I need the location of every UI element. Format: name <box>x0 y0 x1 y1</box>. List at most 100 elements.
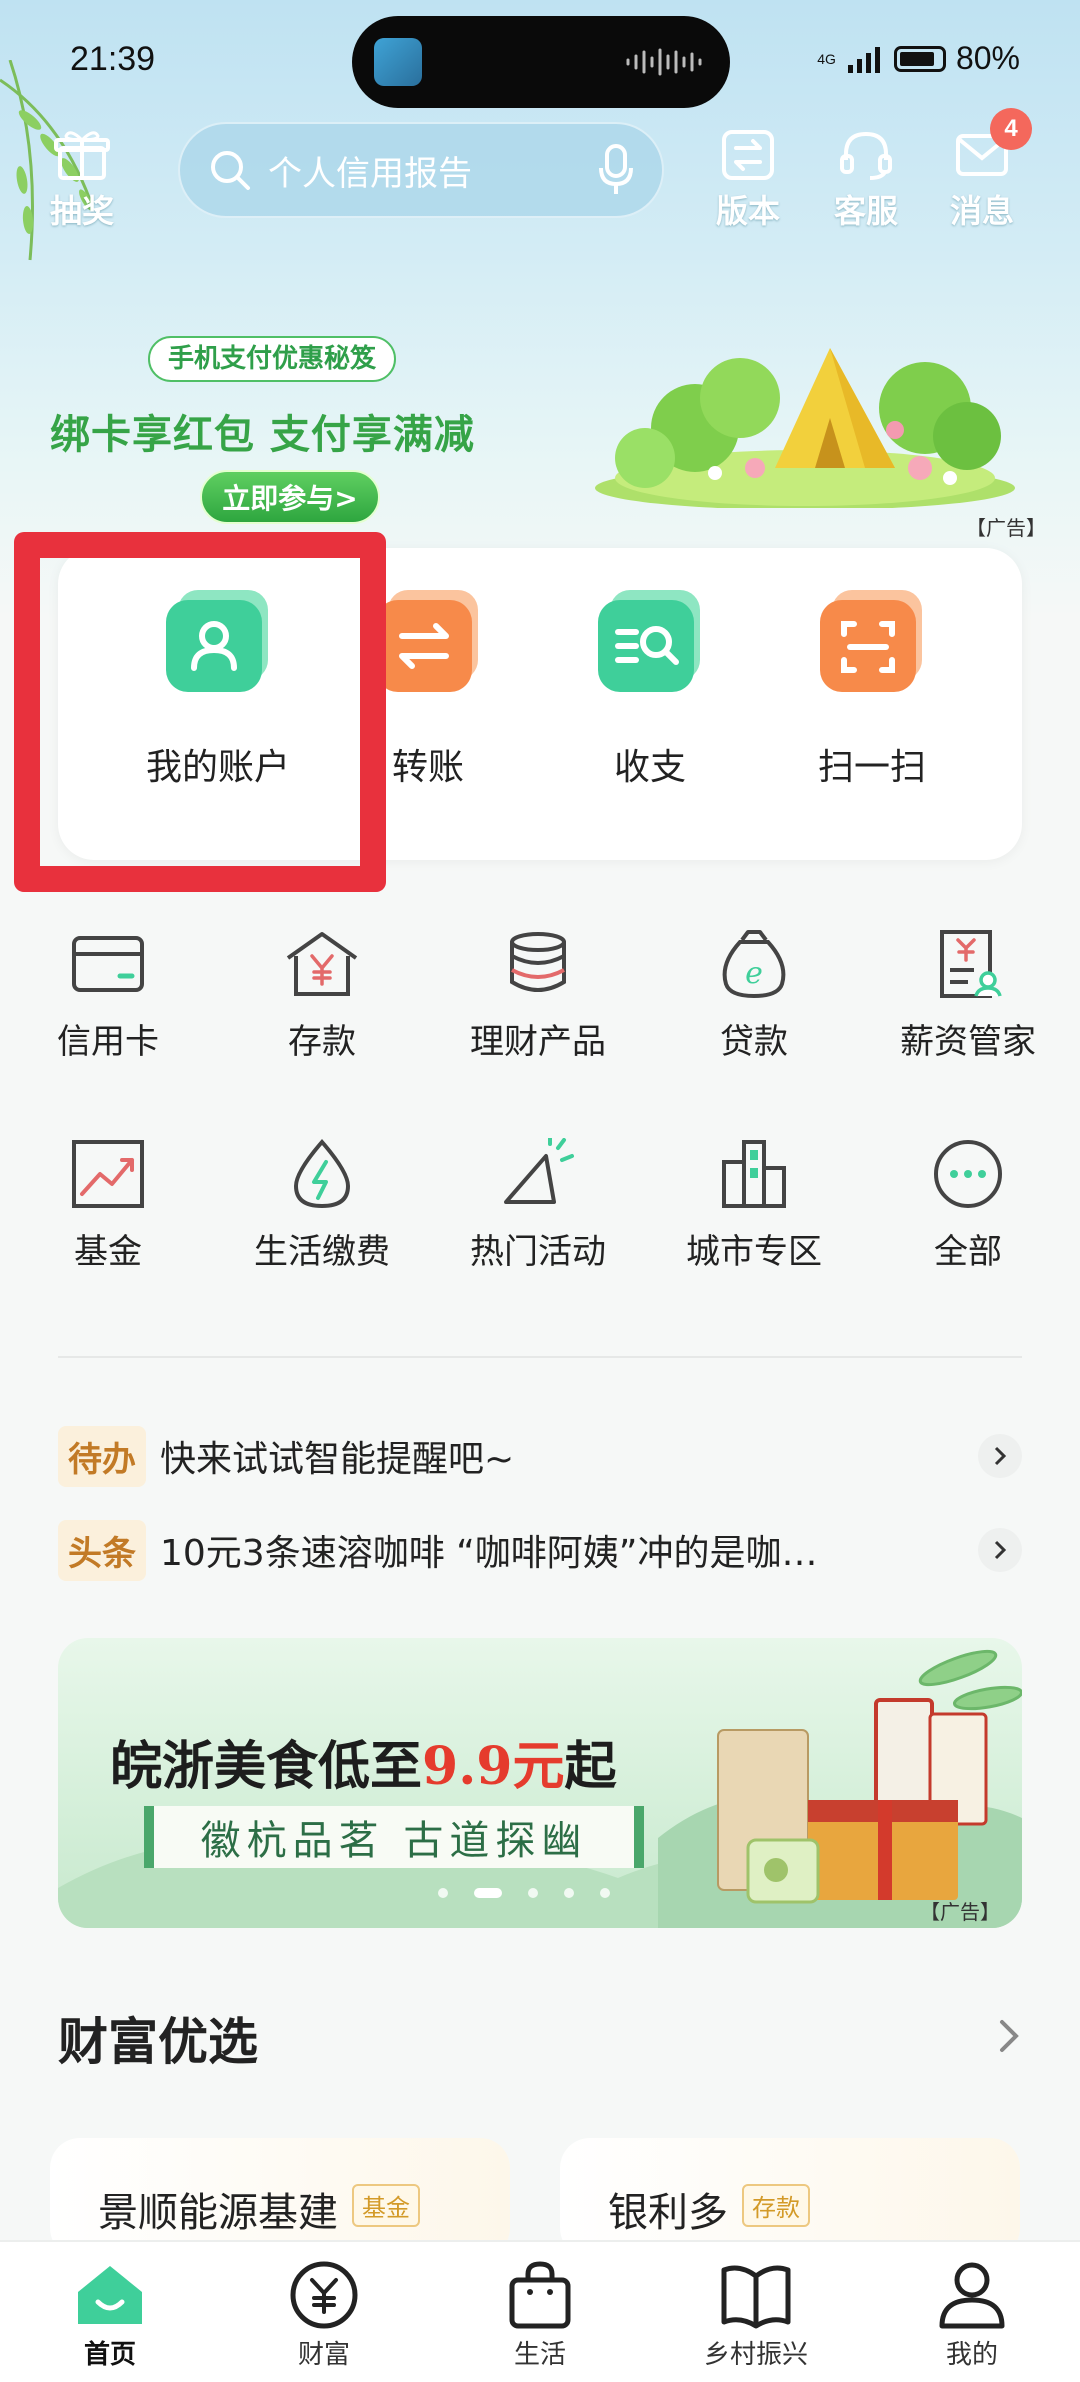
divider <box>58 1356 1022 1358</box>
banner-title-suffix: 起 <box>564 1736 617 1797</box>
battery-icon <box>893 45 946 72</box>
menu-item-wealth-product[interactable]: 理财产品 <box>438 928 638 1063</box>
nav-profile[interactable]: 我的 <box>892 2260 1052 2371</box>
utility-payment-icon <box>293 1138 351 1209</box>
menu-label: 薪资管家 <box>900 1022 1036 1062</box>
menu-item-fund[interactable]: 基金 <box>8 1138 208 1273</box>
promo-ad-label: 【广告】 <box>966 516 1046 540</box>
nav-life[interactable]: 生活 <box>460 2260 620 2371</box>
lottery-button[interactable]: 抽奖 <box>50 128 114 232</box>
deposit-icon <box>286 932 358 996</box>
scan-label: 扫一扫 <box>817 747 926 788</box>
lottery-label: 抽奖 <box>50 192 115 230</box>
carousel-dot <box>438 1888 448 1898</box>
banner-title-price: 9.9元 <box>422 1736 565 1797</box>
food-promo-banner[interactable]: 皖浙美食低至9.9元起 徽杭品茗 古道探幽 【广告】 <box>58 1638 1022 1928</box>
product-tag: 基金 <box>352 2184 420 2227</box>
tea-gift-box-illustration <box>717 1698 988 1904</box>
menu-label: 热门活动 <box>470 1232 606 1272</box>
menu-item-deposit[interactable]: 存款 <box>222 928 422 1063</box>
status-right: 4G 80% <box>817 40 1020 77</box>
life-bag-icon <box>509 2261 571 2329</box>
todo-tag: 待办 <box>58 1425 146 1487</box>
bottom-navigation: 首页 财富 生活 乡村振兴 我的 <box>0 2240 1080 2382</box>
menu-item-salary[interactable]: 薪资管家 <box>868 928 1068 1063</box>
product-tag: 存款 <box>742 2184 810 2227</box>
svg-text:e: e <box>745 956 763 991</box>
product-name: 银利多 <box>608 2190 728 2236</box>
credit-card-icon <box>72 936 144 992</box>
carousel-dot-active <box>474 1888 502 1898</box>
salary-icon <box>940 930 1002 998</box>
version-switch-icon <box>722 130 774 180</box>
chevron-right-icon <box>978 1528 1022 1572</box>
fund-icon <box>72 1140 144 1208</box>
my-account-highlight-box <box>14 532 386 892</box>
gift-icon <box>54 131 110 180</box>
profile-icon <box>939 2262 1005 2329</box>
scan-button[interactable]: 扫一扫 <box>772 584 972 790</box>
signal-icon <box>847 46 880 73</box>
rural-revitalization-icon <box>721 2265 791 2329</box>
search-bar[interactable]: 个人信用报告 <box>178 122 664 218</box>
menu-label: 基金 <box>74 1232 142 1272</box>
wealth-icon <box>290 2261 358 2329</box>
menu-item-all[interactable]: 全部 <box>868 1138 1068 1273</box>
message-button[interactable]: 4 消息 <box>950 108 1032 232</box>
carousel-dot <box>564 1888 574 1898</box>
menu-label: 理财产品 <box>470 1022 606 1062</box>
headset-icon <box>840 131 892 180</box>
todo-text: 快来试试智能提醒吧~ <box>160 1439 515 1480</box>
income-expense-button[interactable]: 收支 <box>550 584 750 790</box>
menu-label: 城市专区 <box>686 1232 822 1272</box>
carousel-indicator <box>438 1888 610 1898</box>
app-thumbnail-icon <box>374 38 422 86</box>
promo-title[interactable]: 绑卡享红包 支付享满减 <box>50 402 475 460</box>
headline-row[interactable]: 头条 10元3条速溶咖啡 “咖啡阿姨”冲的是咖… <box>58 1514 1022 1586</box>
message-label: 消息 <box>950 192 1015 230</box>
city-zone-icon <box>722 1140 786 1208</box>
audio-wave-icon <box>626 48 702 76</box>
wealth-section-title: 财富优选 <box>58 2013 258 2071</box>
menu-label: 生活缴费 <box>254 1232 390 1272</box>
join-now-button[interactable]: 立即参与> <box>200 470 380 524</box>
microphone-icon[interactable] <box>598 144 634 196</box>
banner-ad-label: 【广告】 <box>920 1900 1000 1924</box>
version-button[interactable]: 版本 <box>716 128 780 232</box>
camping-tent-illustration[interactable] <box>575 318 1015 508</box>
carousel-dot <box>528 1888 538 1898</box>
banner-title: 皖浙美食低至9.9元起 <box>110 1724 617 1799</box>
banner-title-prefix: 皖浙美食低至 <box>110 1736 423 1797</box>
search-icon <box>211 151 250 190</box>
network-type: 4G <box>817 50 836 67</box>
nav-label: 乡村振兴 <box>703 2340 808 2370</box>
battery-level: 80% <box>955 40 1020 76</box>
nav-rural-revitalization[interactable]: 乡村振兴 <box>676 2260 836 2371</box>
carousel-dot <box>600 1888 610 1898</box>
search-placeholder: 个人信用报告 <box>268 153 472 194</box>
menu-item-hot-activity[interactable]: 热门活动 <box>438 1138 638 1273</box>
nav-wealth[interactable]: 财富 <box>244 2260 404 2371</box>
menu-label: 存款 <box>288 1022 356 1062</box>
scan-icon <box>816 584 928 696</box>
menu-item-credit-card[interactable]: 信用卡 <box>8 928 208 1063</box>
nav-home[interactable]: 首页 <box>30 2260 190 2371</box>
todo-row[interactable]: 待办 快来试试智能提醒吧~ <box>58 1420 1022 1492</box>
promo-pill: 手机支付优惠秘笈 <box>148 336 397 382</box>
customer-service-button[interactable]: 客服 <box>834 128 898 232</box>
income-expense-label: 收支 <box>613 747 686 788</box>
home-icon <box>78 2266 142 2324</box>
status-bar: 21:39 4G 80% <box>0 0 1080 120</box>
menu-item-utility-payment[interactable]: 生活缴费 <box>222 1138 422 1273</box>
more-icon <box>934 1140 1002 1208</box>
nav-label: 生活 <box>513 2340 566 2370</box>
menu-item-loan[interactable]: e 贷款 <box>654 928 854 1063</box>
menu-label: 贷款 <box>720 1022 788 1062</box>
menu-label: 全部 <box>934 1232 1002 1272</box>
nav-label: 首页 <box>83 2340 136 2370</box>
wealth-product-icon <box>510 932 566 992</box>
message-badge: 4 <box>990 108 1032 150</box>
product-name: 景顺能源基建 <box>98 2190 338 2236</box>
menu-item-city-zone[interactable]: 城市专区 <box>654 1138 854 1273</box>
chevron-right-icon[interactable] <box>998 2018 1022 2054</box>
